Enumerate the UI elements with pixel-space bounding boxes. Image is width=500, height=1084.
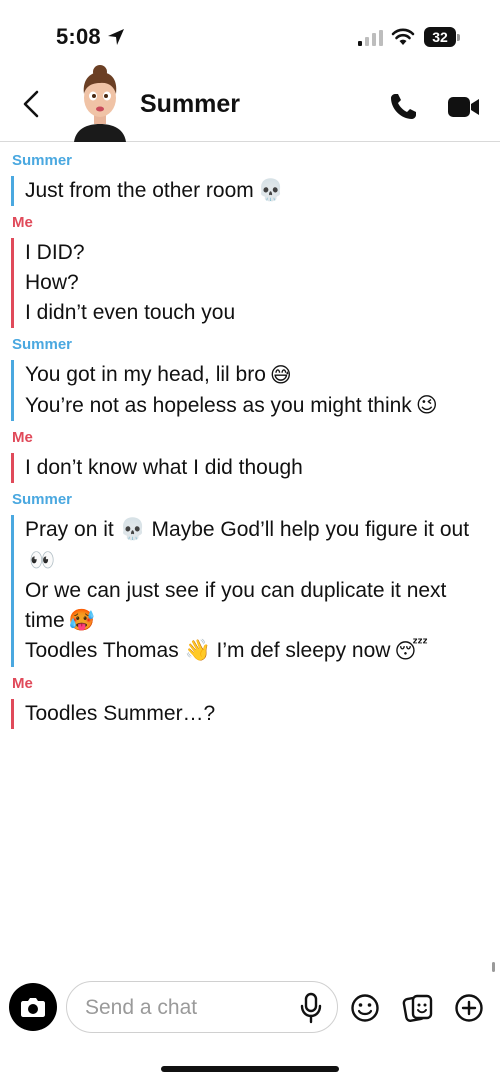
sender-label: Me [12, 214, 33, 232]
message-block: You got in my head, lil bro 😅 You’re not a… [11, 360, 500, 422]
composer-bar [0, 978, 500, 1038]
grin-sweat-emoji: 😅 [269, 363, 292, 387]
message-group: Me Toodles Summer…? [0, 673, 500, 729]
emoji-icon[interactable] [350, 993, 380, 1023]
message-line: You’re not as hopeless as you might thin… [25, 393, 412, 417]
message-text[interactable]: You got in my head, lil bro 😅 [25, 360, 500, 390]
message-group: Summer Pray on it 💀 Maybe God’ll help you… [0, 489, 500, 667]
message-block: I DID? How? I didn’t even touch you [11, 238, 500, 329]
message-text[interactable]: Or we can just see if you can duplicate … [25, 576, 500, 636]
chat-header: Summer [0, 62, 500, 142]
skull-emoji: 💀 [257, 179, 284, 203]
battery-level: 32 [424, 27, 456, 47]
location-arrow-icon [108, 29, 124, 45]
sender-label: Summer [12, 336, 73, 354]
sender-label: Summer [12, 152, 73, 169]
message-line: You got in my head, lil bro [25, 363, 266, 387]
eyes-emoji: 👀 [29, 548, 56, 572]
chat-input[interactable] [85, 994, 285, 1022]
message-text[interactable]: Toodles Thomas 👋 I’m def sleepy now 😴 [25, 636, 500, 666]
wifi-icon [391, 28, 415, 45]
message-line: I didn’t even touch you [25, 301, 236, 325]
message-text[interactable]: Just from the other room 💀 [25, 176, 500, 206]
camera-button[interactable] [9, 983, 57, 1031]
message-group: Summer You got in my head, lil bro 😅 You’re… [0, 334, 500, 422]
video-camera-icon[interactable] [448, 96, 480, 118]
message-text[interactable]: I don’t know what I did though [25, 453, 500, 483]
battery-cap [457, 34, 460, 41]
bitmoji-avatar[interactable] [70, 64, 130, 142]
back-chevron-icon[interactable] [20, 90, 44, 118]
message-text[interactable]: Pray on it 💀 Maybe God’ll help you figur… [25, 515, 500, 575]
sender-label: Me [12, 429, 33, 447]
message-line: How? [25, 271, 79, 295]
message-block: Toodles Summer…? [11, 698, 500, 729]
message-line: I DID? [25, 241, 85, 265]
sleepy-emoji: 😴 [394, 639, 429, 663]
message-line: Toodles Thomas 👋 I’m def sleepy now [25, 639, 391, 663]
battery-icon: 32 [424, 27, 460, 47]
plus-icon[interactable] [454, 993, 484, 1023]
status-time: 5:08 [56, 24, 101, 49]
status-bar: 5:08 32 [0, 0, 500, 70]
home-indicator[interactable] [161, 1066, 339, 1072]
scroll-indicator[interactable] [492, 962, 495, 972]
message-text[interactable]: I didn’t even touch you [25, 298, 500, 328]
message-text[interactable]: Toodles Summer…? [25, 699, 500, 729]
message-group: Me I don’t know what I did though [0, 427, 500, 484]
message-line: Pray on it 💀 Maybe God’ll help you figur… [25, 518, 470, 542]
sender-label: Me [12, 674, 33, 692]
phone-icon[interactable] [388, 92, 418, 122]
chat-input-box[interactable] [66, 981, 338, 1033]
message-text[interactable]: How? [25, 268, 500, 298]
microphone-icon[interactable] [299, 992, 323, 1024]
signal-icon [358, 30, 383, 46]
wink-emoji: 😉 [415, 394, 438, 418]
message-group: Summer Just from the other room 💀 [0, 150, 500, 207]
hot-face-emoji: 🥵 [68, 609, 95, 633]
sticker-icon[interactable] [402, 992, 434, 1024]
message-block: Pray on it 💀 Maybe God’ll help you figur… [11, 515, 500, 667]
sender-label: Summer [12, 491, 73, 509]
message-group: Me I DID? How? I didn’t even touch you [0, 212, 500, 329]
message-line: I don’t know what I did though [25, 456, 303, 480]
chat-thread: Summer Just from the other room 💀 Me I DID? H… [0, 150, 500, 735]
message-text[interactable]: I DID? [25, 238, 500, 268]
message-text[interactable]: You’re not as hopeless as you might thin… [25, 391, 500, 421]
camera-icon [21, 998, 45, 1017]
message-block: Just from the other room 💀 [11, 176, 500, 207]
message-line: Toodles Summer…? [25, 701, 216, 725]
contact-name[interactable]: Summer [140, 90, 240, 119]
message-line: Just from the other room [25, 179, 254, 202]
message-block: I don’t know what I did though [11, 453, 500, 484]
